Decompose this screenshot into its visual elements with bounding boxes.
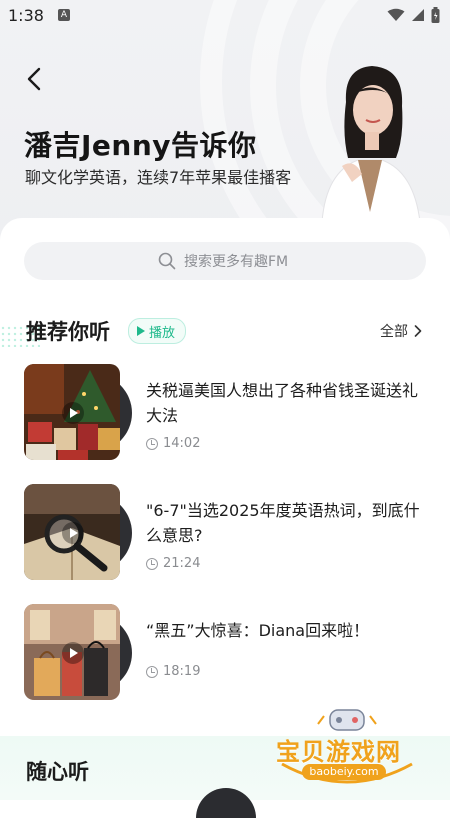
episode-item[interactable]: “黑五”大惊喜：Diana回来啦！ 18:19 <box>24 604 434 702</box>
host-portrait <box>321 66 421 222</box>
episode-title: "6-7"当选2025年度英语热词，到底什么意思? <box>146 501 420 545</box>
section-title-recommend: 推荐你听 <box>26 320 110 344</box>
play-icon[interactable] <box>62 642 84 664</box>
play-icon[interactable] <box>62 402 84 424</box>
notification-badge: A <box>58 9 70 21</box>
duration-text: 21:24 <box>163 556 201 571</box>
search-icon <box>158 252 176 270</box>
episode-cover <box>24 484 132 582</box>
clock-icon <box>146 557 158 570</box>
status-time: 1:38 <box>8 6 44 25</box>
episode-cover <box>24 604 132 702</box>
episode-cover <box>24 364 132 462</box>
back-arrow-icon[interactable] <box>22 66 48 92</box>
section-title-random: 随心听 <box>26 760 89 784</box>
clock-icon <box>146 437 158 450</box>
play-icon[interactable] <box>62 522 84 544</box>
watermark-text: 宝贝游戏网 <box>276 738 401 766</box>
wifi-icon <box>387 8 405 21</box>
episode-duration: 21:24 <box>146 556 200 571</box>
duration-text: 18:19 <box>163 664 201 679</box>
play-all-button[interactable]: 播放 <box>128 318 187 344</box>
clock-icon <box>146 665 158 678</box>
search-bar[interactable]: 搜索更多有趣FM <box>24 242 426 280</box>
episode-item[interactable]: 关税逼美国人想出了各种省钱圣诞送礼大法 14:02 <box>24 364 434 462</box>
status-bar: 1:38 A <box>0 0 450 32</box>
episode-duration: 14:02 <box>146 436 200 451</box>
podcast-subtitle: 聊文化学英语，连续7年苹果最佳播客 <box>25 168 292 187</box>
podcast-title: 潘吉Jenny告诉你 <box>24 129 257 162</box>
duration-text: 14:02 <box>163 436 201 451</box>
view-all-label: 全部 <box>380 324 408 340</box>
play-all-label: 播放 <box>149 325 176 341</box>
episode-duration: 18:19 <box>146 664 200 679</box>
signal-icon <box>412 9 424 21</box>
play-icon <box>137 326 145 336</box>
search-placeholder: 搜索更多有趣FM <box>184 254 289 270</box>
view-all-link[interactable]: 全部 <box>380 321 422 341</box>
episode-item[interactable]: "6-7"当选2025年度英语热词，到底什么意思? 21:24 <box>24 484 434 582</box>
watermark-url: baobeiy.com <box>302 764 386 780</box>
battery-icon <box>431 7 440 23</box>
chevron-right-icon <box>414 325 422 337</box>
system-icons <box>387 6 440 24</box>
episode-title: “黑五”大惊喜：Diana回来啦！ <box>146 621 370 640</box>
episode-title: 关税逼美国人想出了各种省钱圣诞送礼大法 <box>146 381 419 425</box>
